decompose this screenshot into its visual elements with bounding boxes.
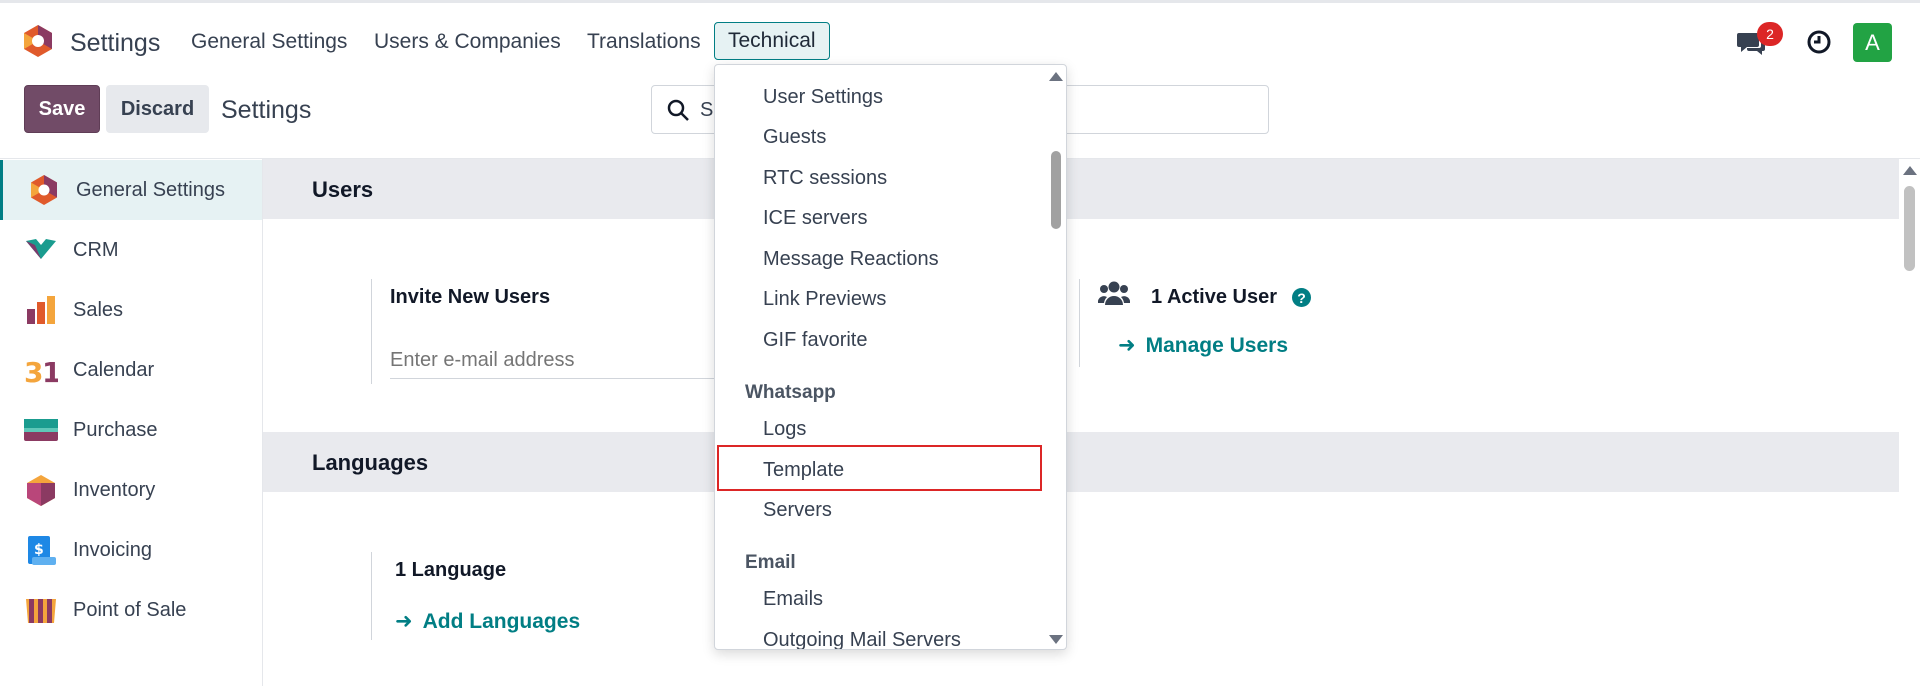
invoicing-app-icon: $ (28, 536, 56, 565)
active-users-count: 1 Active User (1151, 286, 1277, 308)
svg-text:$: $ (34, 542, 44, 558)
user-avatar[interactable]: A (1853, 23, 1892, 62)
odoo-logo-icon[interactable] (20, 23, 56, 59)
add-languages-link[interactable]: ➜ Add Languages (395, 609, 580, 634)
app-name[interactable]: Settings (70, 29, 160, 58)
menu-item-link-previews[interactable]: Link Previews (763, 288, 886, 311)
purchase-app-icon (24, 419, 58, 441)
sidebar-item-label: Inventory (73, 478, 156, 501)
menu-general-settings[interactable]: General Settings (191, 30, 347, 54)
menu-item-rtc-sessions[interactable]: RTC sessions (763, 167, 887, 190)
manage-users-link[interactable]: ➜ Manage Users (1118, 333, 1288, 358)
svg-text:3: 3 (24, 356, 43, 387)
sidebar-item-purchase[interactable]: Purchase (0, 400, 262, 460)
sidebar-item-crm[interactable]: CRM (0, 220, 262, 280)
sidebar-item-sales[interactable]: Sales (0, 280, 262, 340)
activity-clock-icon[interactable] (1806, 29, 1832, 55)
menu-item-emails[interactable]: Emails (763, 588, 823, 611)
setting-divider (1079, 279, 1080, 367)
arrow-right-icon: ➜ (1118, 334, 1136, 357)
scrollbar-thumb[interactable] (1051, 151, 1061, 229)
settings-sidebar: General Settings CRM Sales 3 1 Calendar … (0, 158, 263, 686)
menu-item-template[interactable]: Template (763, 459, 844, 482)
menu-item-user-settings[interactable]: User Settings (763, 86, 883, 109)
menu-item-ice-servers[interactable]: ICE servers (763, 207, 867, 230)
scrollbar-thumb[interactable] (1904, 186, 1915, 271)
scroll-down-icon[interactable] (1049, 635, 1063, 644)
crm-app-icon (26, 239, 56, 259)
sales-app-icon (27, 296, 55, 324)
section-header-languages: Languages (263, 432, 1899, 492)
languages-count: 1 Language (395, 559, 507, 581)
scroll-up-icon[interactable] (1049, 72, 1063, 81)
menu-item-message-reactions[interactable]: Message Reactions (763, 248, 939, 271)
svg-text:1: 1 (42, 356, 58, 387)
sidebar-item-point-of-sale[interactable]: Point of Sale (0, 580, 262, 640)
arrow-right-icon: ➜ (395, 610, 413, 633)
menu-section-email: Email (745, 552, 796, 573)
inventory-app-icon (27, 475, 55, 506)
dropdown-scrollbar[interactable] (1045, 65, 1066, 649)
page-scrollbar[interactable] (1900, 160, 1920, 686)
messages-badge: 2 (1757, 22, 1783, 46)
save-button[interactable]: Save (24, 85, 100, 133)
section-header-users: Users (263, 159, 1899, 219)
calendar-app-icon: 3 1 (24, 356, 58, 387)
discard-button[interactable]: Discard (106, 85, 209, 133)
breadcrumb-title: Settings (221, 96, 312, 124)
menu-item-guests[interactable]: Guests (763, 126, 826, 149)
sidebar-item-label: Calendar (73, 358, 155, 381)
setting-divider (371, 552, 372, 640)
help-icon[interactable]: ? (1292, 288, 1311, 307)
settings-main: Users Invite New Users 1 Active User ? ➜… (263, 158, 1920, 686)
menu-translations[interactable]: Translations (587, 30, 701, 54)
sidebar-item-inventory[interactable]: Inventory (0, 460, 262, 520)
sidebar-item-invoicing[interactable]: $ Invoicing (0, 520, 262, 580)
pos-app-icon (26, 599, 56, 623)
search-icon (667, 99, 689, 121)
add-languages-label: Add Languages (422, 610, 581, 633)
manage-users-label: Manage Users (1145, 334, 1289, 357)
menu-item-outgoing-mail-servers[interactable]: Outgoing Mail Servers (763, 629, 961, 649)
sidebar-item-label: CRM (73, 238, 119, 261)
sidebar-item-label: Invoicing (73, 538, 152, 561)
menu-item-logs[interactable]: Logs (763, 418, 806, 441)
technical-dropdown-menu: User Settings Guests RTC sessions ICE se… (714, 64, 1067, 650)
sidebar-item-label: Purchase (73, 418, 158, 441)
menu-section-whatsapp: Whatsapp (745, 382, 836, 403)
menu-users-companies[interactable]: Users & Companies (374, 30, 561, 54)
menu-technical[interactable]: Technical (714, 22, 830, 60)
scroll-up-icon[interactable] (1903, 166, 1917, 175)
users-group-icon (1098, 281, 1130, 305)
sidebar-item-label: Point of Sale (73, 598, 187, 621)
settings-app-icon (31, 175, 57, 205)
section-title: Users (312, 177, 374, 202)
section-title: Languages (312, 450, 429, 475)
menu-item-servers[interactable]: Servers (763, 499, 832, 522)
sidebar-item-general-settings[interactable]: General Settings (0, 160, 262, 220)
sidebar-item-label: General Settings (76, 178, 225, 201)
sidebar-item-label: Sales (73, 298, 124, 321)
sidebar-item-calendar[interactable]: 3 1 Calendar (0, 340, 262, 400)
invite-users-title: Invite New Users (390, 286, 551, 308)
menu-item-gif-favorite[interactable]: GIF favorite (763, 329, 867, 352)
setting-divider (371, 279, 372, 384)
